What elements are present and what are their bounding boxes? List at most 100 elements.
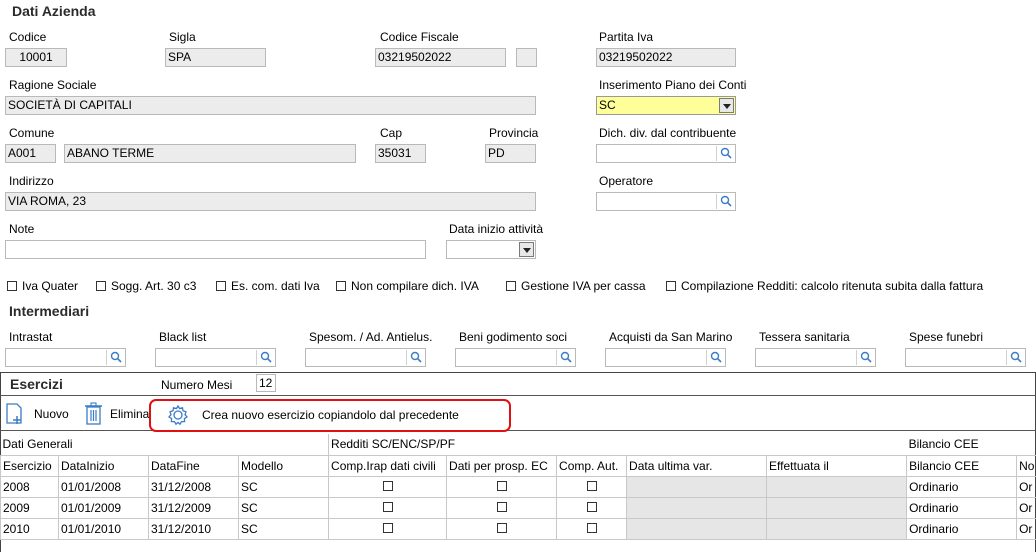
- cell-extra[interactable]: Or: [1016, 475, 1036, 498]
- acquisti-san-marino-field[interactable]: [605, 348, 726, 367]
- search-icon[interactable]: [256, 350, 274, 365]
- column-header[interactable]: Bilancio CEE: [906, 454, 1018, 477]
- checkbox-box[interactable]: [496, 480, 507, 491]
- column-header[interactable]: Comp.Irap dati civili: [328, 454, 448, 477]
- search-icon[interactable]: [406, 350, 424, 365]
- beni-godimento-field[interactable]: [455, 348, 576, 367]
- comune-field[interactable]: ABANO TERME: [64, 144, 356, 163]
- chevron-down-icon[interactable]: [519, 242, 534, 257]
- codice-fiscale-check-field[interactable]: [516, 48, 537, 67]
- column-header[interactable]: Effettuata il: [766, 454, 908, 477]
- provincia-field[interactable]: PD: [485, 144, 536, 163]
- search-icon[interactable]: [556, 350, 574, 365]
- checkbox-compilazione-redditi[interactable]: Compilazione Redditi: calcolo ritenuta s…: [666, 279, 983, 293]
- note-field[interactable]: [5, 240, 426, 259]
- crea-nuovo-esercizio-button[interactable]: Crea nuovo esercizio copiandolo dal prec…: [166, 404, 459, 426]
- codice-field[interactable]: 10001: [5, 48, 67, 67]
- search-icon[interactable]: [106, 350, 124, 365]
- cell-data-fine[interactable]: 31/12/2010: [148, 517, 239, 540]
- comune-code-field[interactable]: A001: [5, 144, 56, 163]
- cell-data-inizio[interactable]: 01/01/2008: [58, 475, 149, 498]
- cell-comp-irap[interactable]: [328, 517, 448, 540]
- nuovo-button[interactable]: Nuovo: [4, 402, 69, 426]
- cell-extra[interactable]: Or: [1016, 496, 1036, 519]
- cell-comp-aut[interactable]: [556, 517, 628, 540]
- dich-div-field[interactable]: [596, 144, 736, 163]
- search-icon[interactable]: [716, 194, 734, 209]
- table-row[interactable]: 2009 01/01/2009 31/12/2009 SC Ordinario …: [0, 496, 1036, 519]
- spesom-field[interactable]: [305, 348, 426, 367]
- checkbox-box[interactable]: [496, 522, 507, 533]
- cell-esercizio[interactable]: 2008: [0, 475, 59, 498]
- table-row[interactable]: 2010 01/01/2010 31/12/2010 SC Ordinario …: [0, 517, 1036, 540]
- cell-comp-aut[interactable]: [556, 475, 628, 498]
- inserimento-piano-select[interactable]: SC: [596, 96, 736, 115]
- checkbox-box[interactable]: [382, 501, 393, 512]
- tessera-sanitaria-field[interactable]: [755, 348, 876, 367]
- cell-dati-prosp[interactable]: [446, 475, 558, 498]
- checkbox-iva-quater[interactable]: Iva Quater: [7, 279, 78, 293]
- checkbox-box[interactable]: [586, 501, 597, 512]
- checkbox-box[interactable]: [7, 281, 17, 291]
- intrastat-field[interactable]: [5, 348, 126, 367]
- numero-mesi-field[interactable]: 12: [256, 374, 276, 392]
- elimina-button[interactable]: Elimina: [84, 402, 149, 426]
- cell-data-inizio[interactable]: 01/01/2010: [58, 517, 149, 540]
- cap-field[interactable]: 35031: [375, 144, 426, 163]
- search-icon[interactable]: [716, 146, 734, 161]
- cell-dati-prosp[interactable]: [446, 517, 558, 540]
- search-icon[interactable]: [856, 350, 874, 365]
- checkbox-box[interactable]: [666, 281, 676, 291]
- checkbox-gestione-iva-cassa[interactable]: Gestione IVA per cassa: [506, 279, 646, 293]
- cell-esercizio[interactable]: 2009: [0, 496, 59, 519]
- checkbox-box[interactable]: [506, 281, 516, 291]
- checkbox-box[interactable]: [216, 281, 226, 291]
- sigla-field[interactable]: SPA: [165, 48, 266, 67]
- checkbox-sogg-art-30[interactable]: Sogg. Art. 30 c3: [96, 279, 196, 293]
- checkbox-box[interactable]: [382, 522, 393, 533]
- column-header[interactable]: Esercizio: [0, 454, 59, 477]
- column-header[interactable]: No: [1016, 454, 1036, 477]
- cell-bilancio[interactable]: Ordinario: [906, 475, 1018, 498]
- indirizzo-field[interactable]: VIA ROMA, 23: [5, 192, 536, 211]
- cell-extra[interactable]: Or: [1016, 517, 1036, 540]
- column-header[interactable]: Comp. Aut.: [556, 454, 628, 477]
- cell-bilancio[interactable]: Ordinario: [906, 496, 1018, 519]
- column-header[interactable]: Dati per prosp. EC: [446, 454, 558, 477]
- column-header[interactable]: Modello: [237, 454, 330, 477]
- chevron-down-icon[interactable]: [719, 98, 734, 113]
- checkbox-box[interactable]: [382, 480, 393, 491]
- checkbox-box[interactable]: [336, 281, 346, 291]
- cell-dati-prosp[interactable]: [446, 496, 558, 519]
- cell-modello[interactable]: SC: [237, 517, 330, 540]
- cell-modello[interactable]: SC: [237, 475, 330, 498]
- partita-iva-field[interactable]: 03219502022: [596, 48, 736, 67]
- black-list-field[interactable]: [155, 348, 276, 367]
- cell-modello[interactable]: SC: [237, 496, 330, 519]
- checkbox-box[interactable]: [96, 281, 106, 291]
- checkbox-box[interactable]: [586, 522, 597, 533]
- cell-comp-irap[interactable]: [328, 475, 448, 498]
- ragione-sociale-field[interactable]: SOCIETÀ DI CAPITALI: [5, 96, 536, 115]
- cell-esercizio[interactable]: 2010: [0, 517, 59, 540]
- cell-data-inizio[interactable]: 01/01/2009: [58, 496, 149, 519]
- search-icon[interactable]: [1006, 350, 1024, 365]
- cell-comp-aut[interactable]: [556, 496, 628, 519]
- checkbox-box[interactable]: [586, 480, 597, 491]
- cell-data-fine[interactable]: 31/12/2008: [148, 475, 239, 498]
- spese-funebri-field[interactable]: [905, 348, 1026, 367]
- column-header[interactable]: DataFine: [148, 454, 239, 477]
- checkbox-non-compilare-dich-iva[interactable]: Non compilare dich. IVA: [336, 279, 479, 293]
- cell-comp-irap[interactable]: [328, 496, 448, 519]
- column-header[interactable]: DataInizio: [58, 454, 149, 477]
- cell-data-fine[interactable]: 31/12/2009: [148, 496, 239, 519]
- cell-bilancio[interactable]: Ordinario: [906, 517, 1018, 540]
- checkbox-box[interactable]: [496, 501, 507, 512]
- table-row[interactable]: 2008 01/01/2008 31/12/2008 SC Ordinario …: [0, 475, 1036, 498]
- codice-fiscale-field[interactable]: 03219502022: [375, 48, 506, 67]
- data-inizio-select[interactable]: [446, 240, 536, 259]
- operatore-field[interactable]: [596, 192, 736, 211]
- search-icon[interactable]: [706, 350, 724, 365]
- column-header[interactable]: Data ultima var.: [626, 454, 768, 477]
- checkbox-es-com-dati-iva[interactable]: Es. com. dati Iva: [216, 279, 320, 293]
